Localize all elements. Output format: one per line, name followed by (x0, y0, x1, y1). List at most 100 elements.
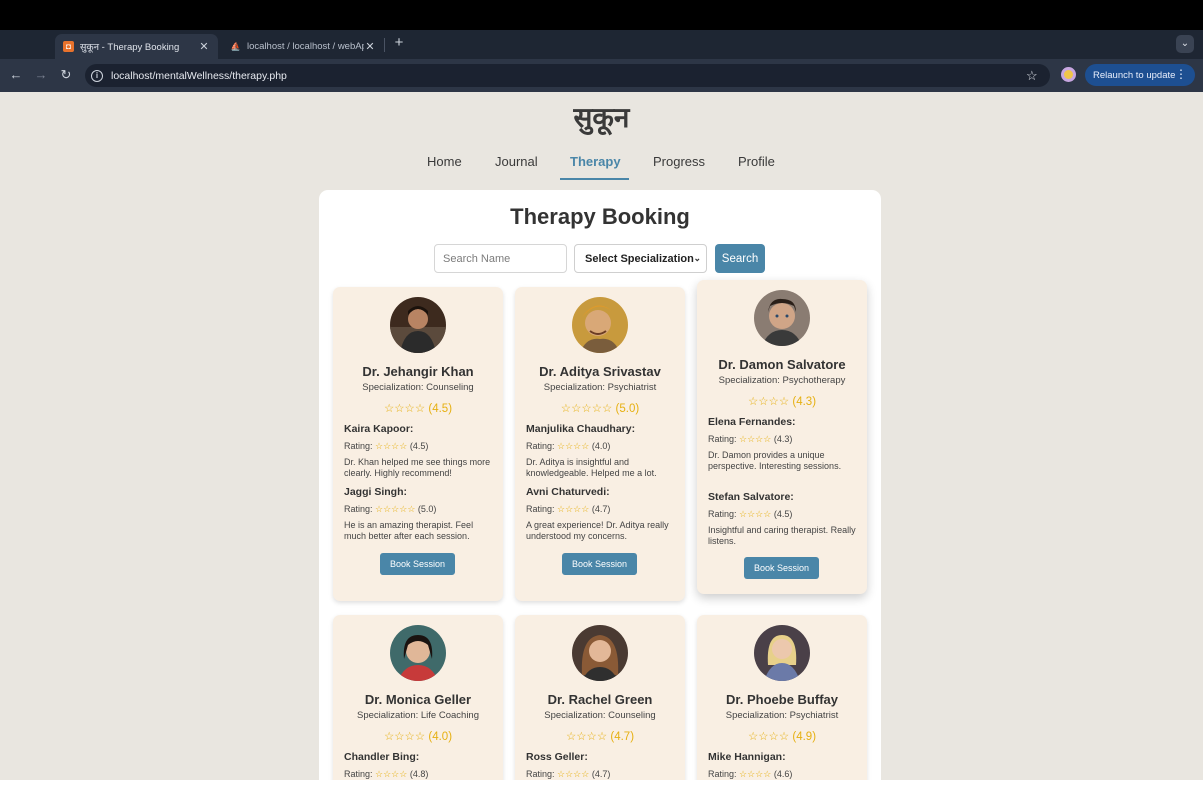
therapist-card: Dr. Jehangir Khan Specialization: Counse… (333, 287, 503, 601)
rating-label: Rating: (708, 509, 737, 519)
therapist-card: Dr. Damon Salvatore Specialization: Psyc… (697, 280, 867, 594)
star-rating-icon: ☆☆☆☆ (739, 769, 772, 779)
star-rating-icon: ☆☆☆☆ (557, 441, 590, 451)
rating-value: (4.8) (409, 769, 429, 779)
close-icon[interactable]: ✕ (198, 40, 210, 53)
tab-phpmyadmin[interactable]: ⛵ localhost / localhost / webApp ✕ (222, 34, 384, 59)
review-item: Ross Geller: Rating: ☆☆☆☆ (4.7) (526, 751, 678, 780)
tab-therapy-booking[interactable]: ◘ सुकून - Therapy Booking ✕ (55, 34, 218, 59)
therapist-rating: ☆☆☆☆ (4.9) (697, 729, 867, 743)
star-rating-icon: ☆☆☆☆ (557, 504, 590, 514)
review-item: Mike Hannigan: Rating: ☆☆☆☆ (4.6) (708, 751, 860, 780)
rating-value: (4.5) (773, 509, 793, 519)
relaunch-button[interactable]: Relaunch to update ⋮ (1085, 64, 1195, 86)
rating-value: (4.9) (792, 731, 817, 743)
relaunch-label: Relaunch to update (1093, 69, 1176, 81)
bookmark-star-icon[interactable]: ☆ (1026, 68, 1040, 84)
therapist-card: Dr. Aditya Srivastav Specialization: Psy… (515, 287, 685, 601)
review-rating: Rating: ☆☆☆☆ (4.0) (526, 441, 678, 452)
nav-profile[interactable]: Profile (738, 154, 775, 178)
star-rating-icon: ☆☆☆☆ (565, 731, 608, 743)
site-logo[interactable]: सुकून (0, 98, 1203, 136)
review-text: Insightful and caring therapist. Really … (708, 525, 856, 546)
star-rating-icon: ☆☆☆☆ (375, 441, 408, 451)
search-button[interactable]: Search (715, 244, 765, 273)
review-item: Chandler Bing: Rating: ☆☆☆☆ (4.8) (344, 751, 496, 780)
therapist-card: Dr. Rachel Green Specialization: Counsel… (515, 615, 685, 785)
rating-label: Rating: (708, 434, 737, 444)
forward-arrow-icon[interactable]: → (32, 66, 50, 84)
reviewer-name: Mike Hannigan: (708, 751, 786, 763)
reviewer-name: Kaira Kapoor: (344, 423, 414, 435)
tab-title: localhost / localhost / webApp (247, 41, 364, 52)
therapist-specialization: Specialization: Life Coaching (357, 710, 479, 721)
review-rating: Rating: ☆☆☆☆ (4.7) (526, 769, 678, 780)
reviewer-name: Avni Chaturvedi: (526, 486, 610, 498)
therapist-card: Dr. Monica Geller Specialization: Life C… (333, 615, 503, 785)
therapist-specialization: Specialization: Counseling (544, 710, 656, 721)
reload-icon[interactable]: ↻ (57, 66, 75, 84)
site-info-icon[interactable]: i (91, 69, 103, 82)
review-text: Dr. Damon provides a unique perspective.… (708, 450, 842, 471)
profile-avatar-icon[interactable] (1061, 67, 1076, 82)
nav-home[interactable]: Home (427, 154, 462, 178)
book-session-button[interactable]: Book Session (380, 553, 455, 575)
review-rating: Rating: ☆☆☆☆ (4.5) (708, 509, 860, 520)
rating-value: (4.3) (792, 396, 817, 408)
reviewer-name: Manjulika Chaudhary: (526, 423, 636, 435)
rating-value: (4.6) (773, 769, 793, 779)
rating-value: (4.0) (591, 441, 611, 451)
review-item: Elena Fernandes: Rating: ☆☆☆☆ (4.3) Dr. … (708, 416, 860, 472)
search-name-input[interactable] (434, 244, 567, 273)
star-rating-icon: ☆☆☆☆ (747, 731, 790, 743)
avatar (572, 625, 628, 681)
rating-label: Rating: (526, 504, 555, 514)
review-item: Kaira Kapoor: Rating: ☆☆☆☆ (4.5) Dr. Kha… (344, 423, 496, 479)
therapist-rating: ☆☆☆☆ (4.0) (333, 729, 503, 743)
kebab-menu-icon[interactable]: ⋮ (1175, 67, 1187, 81)
address-bar[interactable]: i localhost/mentalWellness/therapy.php ☆ (85, 64, 1050, 87)
rating-value: (5.0) (615, 403, 640, 415)
nav-therapy[interactable]: Therapy (570, 154, 621, 178)
rating-label: Rating: (344, 504, 373, 514)
reviewer-name: Stefan Salvatore: (708, 491, 794, 503)
therapist-name: Dr. Damon Salvatore (718, 357, 846, 372)
rating-value: (4.7) (610, 731, 635, 743)
nav-journal[interactable]: Journal (495, 154, 538, 178)
rating-value: (4.5) (428, 403, 453, 415)
browser-toolbar: ← → ↻ i localhost/mentalWellness/therapy… (0, 59, 1203, 92)
review-rating: Rating: ☆☆☆☆ (4.5) (344, 441, 496, 452)
rating-label: Rating: (344, 769, 373, 779)
avatar (754, 290, 810, 346)
specialization-select[interactable]: Select Specialization ⌄ (574, 244, 707, 273)
review-item: Avni Chaturvedi: Rating: ☆☆☆☆ (4.7) A gr… (526, 486, 678, 542)
review-text: Dr. Aditya is insightful and knowledgeab… (526, 457, 657, 478)
avatar (572, 297, 628, 353)
review-rating: Rating: ☆☆☆☆ (4.8) (344, 769, 496, 780)
star-rating-icon: ☆☆☆☆ (557, 769, 590, 779)
nav-progress[interactable]: Progress (653, 154, 705, 178)
star-rating-icon: ☆☆☆☆☆ (375, 504, 416, 514)
reviewer-name: Elena Fernandes: (708, 416, 796, 428)
book-session-button[interactable]: Book Session (562, 553, 637, 575)
star-rating-icon: ☆☆☆☆ (375, 769, 408, 779)
url-text[interactable]: localhost/mentalWellness/therapy.php (111, 70, 1026, 82)
reviewer-name: Chandler Bing: (344, 751, 420, 763)
review-rating: Rating: ☆☆☆☆ (4.7) (526, 504, 678, 515)
tab-search-chevron-icon[interactable]: ⌄ (1176, 35, 1194, 53)
select-label: Select Specialization (585, 252, 694, 265)
rating-value: (4.0) (428, 731, 453, 743)
back-arrow-icon[interactable]: ← (7, 66, 25, 84)
tab-strip: ◘ सुकून - Therapy Booking ✕ ⛵ localhost … (0, 30, 1203, 59)
rating-value: (4.3) (773, 434, 793, 444)
avatar (390, 297, 446, 353)
therapist-name: Dr. Aditya Srivastav (539, 364, 661, 379)
avatar (390, 625, 446, 681)
therapist-name: Dr. Phoebe Buffay (726, 692, 838, 707)
review-item: Stefan Salvatore: Rating: ☆☆☆☆ (4.5) Ins… (708, 491, 860, 547)
book-session-button[interactable]: Book Session (744, 557, 819, 579)
sukoon-favicon-icon: ◘ (63, 41, 74, 52)
new-tab-button[interactable]: + (391, 35, 407, 51)
close-icon[interactable]: ✕ (364, 40, 376, 53)
star-rating-icon: ☆☆☆☆ (383, 731, 426, 743)
